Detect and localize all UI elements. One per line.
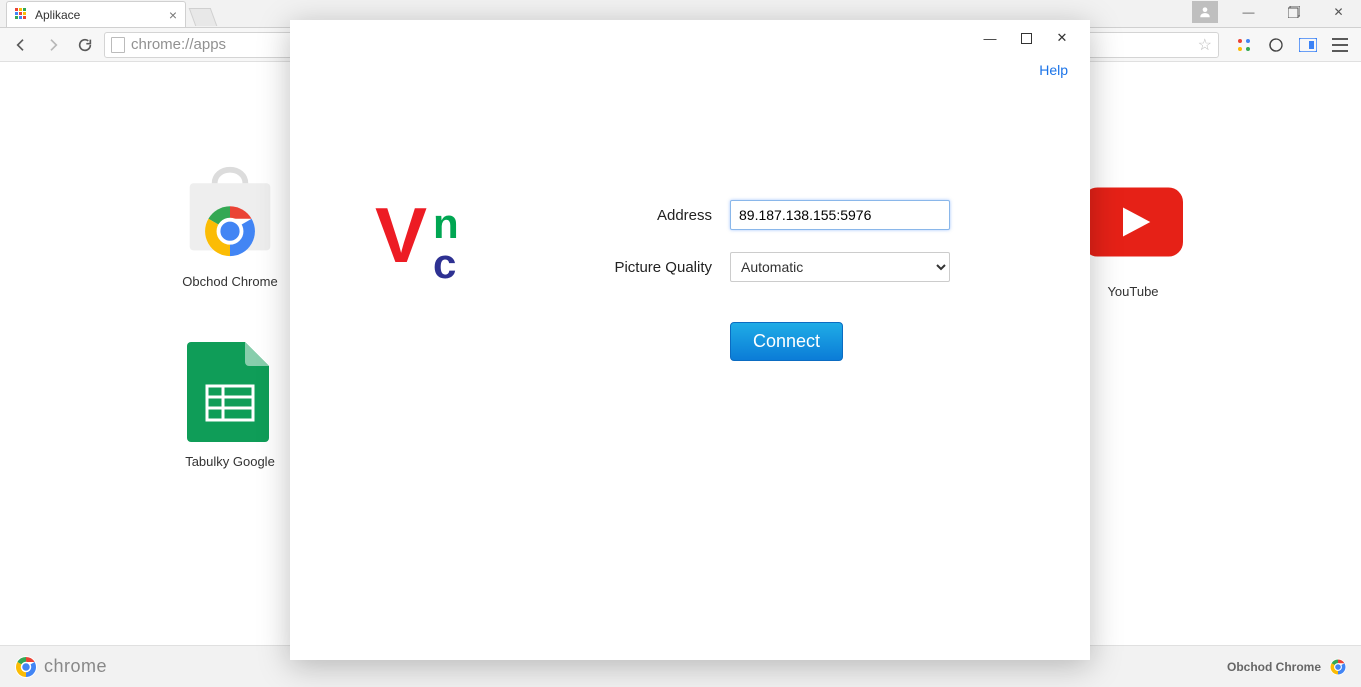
tab-close-icon[interactable]: × [169,7,177,23]
bookmark-star-icon[interactable]: ☆ [1198,35,1212,55]
new-tab-button[interactable] [189,8,218,26]
chrome-store-icon [180,162,280,262]
os-minimize-button[interactable]: ― [1226,0,1271,24]
vnc-help-link[interactable]: Help [1039,62,1068,78]
chrome-logo-icon [14,655,38,679]
vnc-titlebar: ― ✕ [290,20,1090,56]
os-close-button[interactable]: ✕ [1316,0,1361,24]
page-icon [111,37,125,53]
chrome-logo-small-icon [1329,658,1347,676]
reload-button[interactable] [72,32,98,58]
tab-title: Aplikace [35,8,80,22]
app-tile-sheets[interactable]: Tabulky Google [165,342,295,469]
vnc-maximize-button[interactable] [1008,23,1044,53]
quality-label: Picture Quality [570,259,730,276]
svg-text:c: c [433,240,456,287]
svg-text:V: V [375,200,427,279]
forward-button[interactable] [40,32,66,58]
extension-icon-1[interactable] [1231,32,1257,58]
back-button[interactable] [8,32,34,58]
connect-button[interactable]: Connect [730,322,843,361]
vnc-logo-icon: V n c [350,200,530,361]
extension-icon-3[interactable] [1295,32,1321,58]
url-text: chrome://apps [131,36,226,53]
app-tile-store[interactable]: Obchod Chrome [165,162,295,289]
vnc-form: Address Picture Quality Automatic Connec… [570,200,1040,361]
address-label: Address [570,207,730,224]
user-icon[interactable] [1192,1,1218,23]
extension-icon-2[interactable] [1263,32,1289,58]
vnc-close-button[interactable]: ✕ [1044,23,1080,53]
chrome-menu-button[interactable] [1327,32,1353,58]
youtube-icon [1083,172,1183,272]
vnc-help-row: Help [290,56,1090,80]
bottom-store-link[interactable]: Obchod Chrome [1227,660,1321,674]
os-window-controls: ― ✕ [1192,0,1361,24]
vnc-minimize-button[interactable]: ― [972,23,1008,53]
os-maximize-button[interactable] [1271,0,1316,24]
sheets-icon [180,342,280,442]
vnc-viewer-window: ― ✕ Help V n c Address Picture Quality A… [290,20,1090,660]
bottom-label: chrome [44,656,107,677]
app-label: Obchod Chrome [165,274,295,289]
address-input[interactable] [730,200,950,230]
browser-tab[interactable]: Aplikace × [6,1,186,27]
apps-favicon-icon [15,8,29,22]
app-label: Tabulky Google [165,454,295,469]
quality-select[interactable]: Automatic [730,252,950,282]
